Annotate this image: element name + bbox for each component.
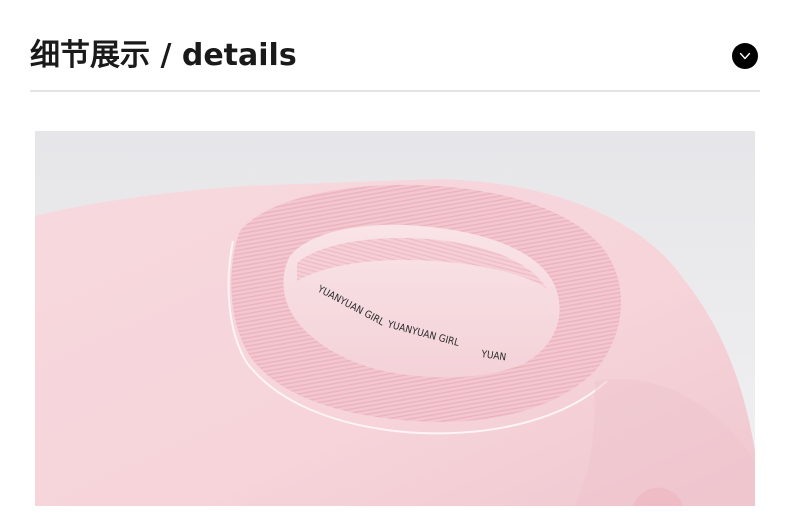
sweatshirt-collar-image: YUANYUAN GIRL YUANYUAN GIRL YUAN — [35, 131, 755, 506]
section-header: 细节展示 / details — [30, 30, 760, 82]
header-divider — [30, 90, 760, 92]
product-detail-photo: YUANYUAN GIRL YUANYUAN GIRL YUAN — [35, 131, 755, 506]
section-title: 细节展示 / details — [30, 38, 297, 73]
chevron-down-icon — [738, 49, 752, 63]
expand-button[interactable] — [732, 43, 758, 69]
